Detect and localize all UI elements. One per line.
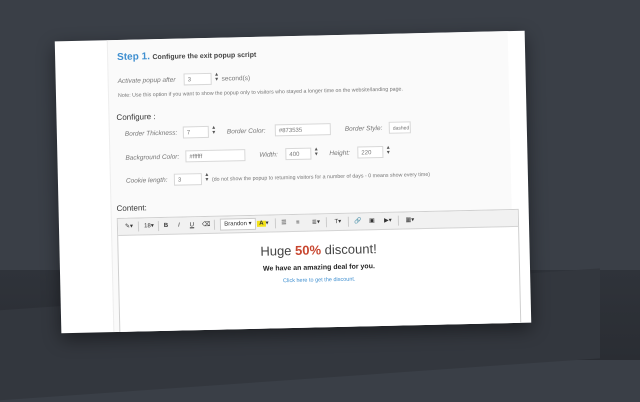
width-label: Width: [259,151,278,159]
paragraph-format-select[interactable]: T▾ [332,217,344,227]
toolbar-divider [347,216,350,227]
border-thickness-input[interactable]: 7 [182,125,209,139]
height-input[interactable]: 220 [357,145,384,159]
eraser-icon[interactable]: ⌫ [202,220,211,230]
rich-text-editor[interactable]: ✎▾ 18▾ B I U ⌫ Brandon ▾ A ▾ ☰ ≡ ≣▾ T▾ 🔗 … [116,208,522,334]
activate-seconds-input[interactable]: 3 [183,72,212,86]
border-thickness-stepper[interactable]: ▲ ▼ [211,125,217,136]
headline-text-start: Huge [260,242,296,259]
font-family-value: Brandon [224,221,248,228]
border-style-label: Border Style: [344,124,383,133]
toolbar-divider [325,217,328,228]
activate-unit: second(s) [221,74,251,83]
border-color-input[interactable]: #873535 [274,123,331,137]
headline-percent: 50% [294,242,322,258]
activate-label: Activate popup after [117,76,176,85]
font-size-select[interactable]: 18▾ [142,221,156,231]
font-size-value: 18 [144,223,151,230]
cookie-length-input[interactable]: 3 [173,173,203,186]
background-color-label: Background Color: [125,153,180,162]
image-icon[interactable]: ▣ [368,216,376,226]
toolbar-divider [274,218,277,229]
video-icon[interactable]: ▶▾ [382,216,394,226]
background-color-input[interactable]: #ffffff [185,149,246,163]
border-style-select[interactable]: dashed [388,121,411,134]
step-number: Step 1. [117,51,151,63]
toolbar-divider [213,219,216,230]
brush-icon[interactable]: ✎▾ [123,222,135,232]
editor-content[interactable]: Huge 50% discount! We have an amazing de… [118,226,520,333]
width-input[interactable]: 400 [285,147,312,161]
popup-headline: Huge 50% discount! [118,238,518,262]
height-stepper[interactable]: ▲ ▼ [385,145,391,156]
font-family-select[interactable]: Brandon ▾ [219,217,257,231]
underline-button[interactable]: U [188,220,196,230]
paragraph-format-value: T [334,218,339,226]
link-icon[interactable]: 🔗 [354,216,362,226]
highlight-color-button[interactable]: A ▾ [256,219,270,229]
height-label: Height: [329,149,351,158]
italic-button[interactable]: I [175,221,183,231]
cookie-length-stepper[interactable]: ▲ ▼ [204,172,210,183]
width-stepper[interactable]: ▲ ▼ [313,146,319,157]
discount-link[interactable]: Click here to get the discount. [119,273,519,288]
toolbar-divider [157,221,160,232]
table-icon[interactable]: ▦▾ [404,215,416,225]
highlight-letter: A [257,220,266,227]
ordered-list-icon[interactable]: ☰ [280,218,288,228]
bold-button[interactable]: B [162,221,170,231]
cookie-length-label: Cookie length: [125,176,168,185]
align-icon[interactable]: ≣▾ [310,217,322,227]
bullet-list-icon[interactable]: ≡ [294,218,302,228]
settings-panel: Step 1. Configure the exit popup script … [54,30,532,334]
border-color-label: Border Color: [226,127,266,136]
toolbar-divider [397,215,400,226]
headline-text-end: discount! [320,241,377,258]
activate-stepper[interactable]: ▲ ▼ [214,72,220,83]
step-label: Configure the exit popup script [152,51,257,62]
toolbar-divider [137,221,140,232]
content-heading: Content: [116,203,147,214]
border-thickness-label: Border Thickness: [124,129,178,138]
configure-heading: Configure : [116,112,156,122]
